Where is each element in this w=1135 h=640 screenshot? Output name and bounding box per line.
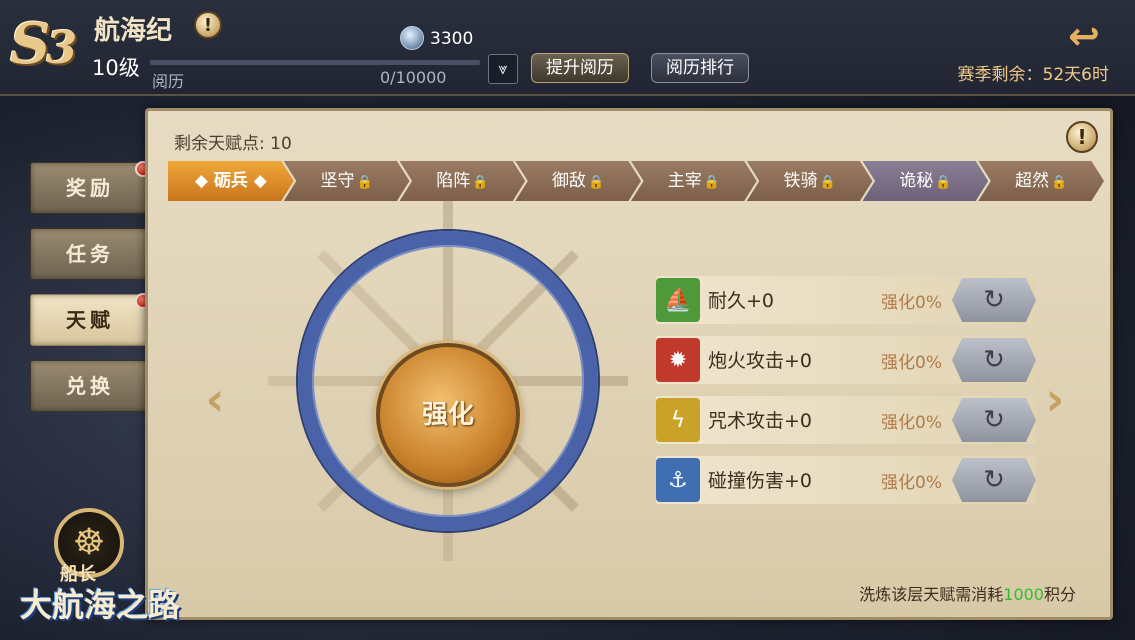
stat-percent: 强化0% (881, 293, 942, 313)
side-tab-label: 任务 (66, 242, 114, 266)
lock-icon: 🔒 (819, 175, 836, 190)
cannon-icon: ✹ (656, 338, 700, 382)
top-bar: S3 航海纪 ! 10级 3300 阅历 0/10000 ⩔ 提升阅历 阅历排行… (0, 0, 1135, 96)
tab-label: 诡秘 (899, 171, 934, 191)
tab-label: 超然 (1015, 171, 1050, 191)
stat-percent: 强化0% (881, 413, 942, 433)
upgrade-experience-button[interactable]: 提升阅历 (531, 53, 629, 83)
stat-percent: 强化0% (881, 353, 942, 373)
side-tab-exchange[interactable]: 兑换 (30, 360, 150, 412)
tab-label: 御敌 (552, 171, 587, 191)
tab-label: ◆ 砺兵 ◆ (194, 171, 267, 191)
tab-jianshou[interactable]: 坚守 🔒 (283, 161, 410, 201)
lock-icon: 🔒 (935, 175, 952, 190)
talent-panel: 剩余天赋点: 10 ! ◆ 砺兵 ◆ 坚守 🔒 陷阵 🔒 御敌 🔒 主宰 🔒 铁骑 🔒 诡… (145, 108, 1113, 620)
tab-chaoran[interactable]: 超然 🔒 (978, 161, 1104, 201)
stat-row-ram: ⚓ 碰撞伤害+0 强化0% ↻ (656, 456, 1036, 504)
season-badge: S3 (10, 8, 86, 80)
game-logo: 大航海之路 (20, 586, 181, 624)
tab-tieqi[interactable]: 铁骑 🔒 (746, 161, 873, 201)
tab-zhuzai[interactable]: 主宰 🔒 (631, 161, 757, 201)
tab-label: 陷阵 (436, 171, 471, 191)
footer-suffix: 积分 (1043, 585, 1076, 604)
prev-arrow-icon[interactable]: ‹ (200, 369, 230, 429)
refresh-button[interactable]: ↻ (952, 398, 1036, 442)
tab-yudi[interactable]: 御敌 🔒 (515, 161, 641, 201)
next-arrow-icon[interactable]: › (1040, 369, 1070, 429)
lock-icon: 🔒 (588, 175, 605, 190)
side-tab-talent[interactable]: 天赋 (30, 293, 151, 346)
stat-row-cannon: ✹ 炮火攻击+0 强化0% ↻ (656, 336, 1036, 384)
lock-icon: 🔒 (1051, 175, 1068, 190)
page-title: 航海纪 (94, 16, 173, 46)
lock-icon: 🔒 (472, 175, 489, 190)
coin-value: 3300 (430, 29, 474, 49)
exp-label: 阅历 (152, 72, 185, 91)
coin-icon (400, 26, 424, 50)
tab-xianzhen[interactable]: 陷阵 🔒 (399, 161, 526, 201)
tab-label: 坚守 (320, 171, 355, 191)
ship-durability-icon: ⛵ (656, 278, 700, 322)
stat-percent: 强化0% (881, 473, 942, 493)
exp-progress-bar (150, 60, 480, 65)
refresh-button[interactable]: ↻ (952, 458, 1036, 502)
tab-label: 铁骑 (783, 171, 818, 191)
panel-info-icon[interactable]: ! (1066, 121, 1098, 153)
stat-name: 咒术攻击+0 (708, 410, 813, 432)
exp-value: 0/10000 (380, 68, 447, 87)
season-letter: S (10, 11, 51, 77)
footer-cost: 1000 (1003, 585, 1044, 604)
stat-name: 耐久+0 (708, 290, 775, 312)
side-tab-rewards[interactable]: 奖励 (30, 161, 151, 214)
talent-points: 剩余天赋点: 10 (174, 134, 292, 154)
stat-name: 炮火攻击+0 (708, 350, 813, 372)
enhance-button[interactable]: 强化 (376, 343, 520, 487)
lock-icon: 🔒 (703, 175, 720, 190)
tab-label: 主宰 (667, 171, 702, 191)
side-tab-label: 天赋 (66, 308, 114, 332)
refresh-button[interactable]: ↻ (952, 278, 1036, 322)
season-number: 3 (46, 23, 77, 74)
lock-icon: 🔒 (356, 175, 373, 190)
info-icon[interactable]: ! (194, 11, 222, 39)
stat-name: 碰撞伤害+0 (708, 470, 813, 492)
ram-icon: ⚓ (656, 458, 700, 502)
refresh-button[interactable]: ↻ (952, 338, 1036, 382)
refine-cost-note: 洗炼该层天赋需消耗1000积分 (859, 581, 1076, 605)
back-arrow-icon[interactable]: ↩ (1062, 16, 1106, 56)
stat-row-durability: ⛵ 耐久+0 强化0% ↻ (656, 276, 1036, 324)
side-tab-label: 兑换 (66, 374, 114, 398)
talent-tabs: ◆ 砺兵 ◆ 坚守 🔒 陷阵 🔒 御敌 🔒 主宰 🔒 铁骑 🔒 诡秘 🔒 超然 🔒 (168, 161, 1104, 201)
experience-ranking-button[interactable]: 阅历排行 (651, 53, 749, 83)
season-remaining: 赛季剩余：52天6时 (957, 65, 1109, 85)
side-tab-label: 奖励 (66, 176, 114, 200)
stat-row-spell: ϟ 咒术攻击+0 强化0% ↻ (656, 396, 1036, 444)
tab-guimi[interactable]: 诡秘 🔒 (862, 161, 989, 201)
expand-chevron-icon[interactable]: ⩔ (488, 54, 518, 84)
tab-libing[interactable]: ◆ 砺兵 ◆ (168, 161, 294, 201)
spell-icon: ϟ (656, 398, 700, 442)
level-label: 10级 (92, 56, 140, 80)
footer-prefix: 洗炼该层天赋需消耗 (859, 585, 1004, 604)
side-tab-tasks[interactable]: 任务 (30, 228, 150, 280)
